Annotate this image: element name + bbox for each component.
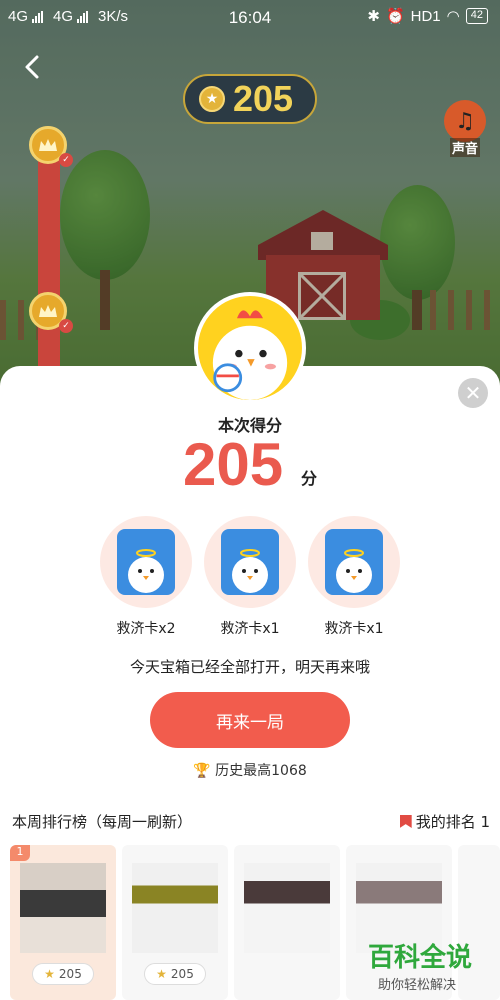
leaderboard-item[interactable]: ★ 205 (122, 845, 228, 1000)
rank-score: ★ 205 (144, 963, 206, 985)
score-value: 205 (183, 431, 284, 498)
coin-counter: ★ 205 (183, 74, 317, 124)
check-icon: ✓ (59, 153, 73, 167)
hd-label: HD1 (410, 7, 441, 25)
watermark-subtitle: 助你轻松解决 (378, 978, 457, 993)
bluetooth-icon: ✱ (367, 8, 380, 25)
close-icon: ✕ (464, 381, 482, 405)
reward-card: 救济卡x1 (204, 516, 296, 638)
reward-label: 救济卡x1 (324, 621, 384, 637)
reward-card: 救济卡x1 (308, 516, 400, 638)
wifi-icon: ◠ (446, 8, 460, 25)
close-button[interactable]: ✕ (458, 378, 488, 408)
rank-badge: 1 (10, 845, 30, 861)
reward-label: 救济卡x2 (116, 621, 176, 637)
player-avatar (244, 863, 330, 953)
leaderboard-item[interactable] (234, 845, 340, 1000)
coin-icon: ★ (199, 86, 225, 112)
leaderboard-item[interactable]: 1 ★ 205 (10, 845, 116, 1000)
level-progress-track (38, 135, 60, 375)
trophy-icon: 🏆 (193, 763, 211, 779)
music-note-icon: ♫ (444, 100, 486, 142)
leaderboard-header: 本周排行榜（每周一刷新） 我的排名 1 (12, 811, 490, 832)
history-best: 🏆 历史最高1068 (0, 760, 500, 780)
my-rank-text: 我的排名 1 (415, 813, 490, 831)
sound-button[interactable]: ♫ 声音 (444, 100, 490, 157)
rescue-card-icon (117, 529, 175, 595)
reward-label: 救济卡x1 (220, 621, 280, 637)
rank-score: ★ 205 (32, 963, 94, 985)
chevron-left-icon (25, 55, 39, 79)
coin-value: 205 (233, 78, 294, 119)
rescue-card-icon (221, 529, 279, 595)
bookmark-icon (399, 815, 412, 828)
chick-mascot-icon (199, 301, 301, 400)
my-rank-link[interactable]: 我的排名 1 (399, 811, 490, 832)
leaderboard-title: 本周排行榜（每周一刷新） (12, 813, 193, 831)
chest-notice: 今天宝箱已经全部打开，明天再来哦 (129, 658, 370, 676)
watermark-title: 百科全说 (368, 943, 473, 973)
status-bar: 4G 4G 3K/s 16:04 ✱ ⏰ HD1 ◠ 42 (0, 0, 500, 34)
player-avatar (132, 863, 218, 953)
star-icon: ★ (156, 967, 167, 981)
check-icon: ✓ (59, 319, 73, 333)
watermark-logo: 百科全说 助你轻松解决 (368, 937, 492, 995)
back-button[interactable] (18, 52, 48, 82)
player-avatar (20, 863, 106, 953)
reward-cards: 救济卡x2 救济卡x1 救济卡x1 (100, 516, 400, 646)
sound-label: 声音 (450, 138, 481, 157)
rescue-card-icon (325, 529, 383, 595)
alarm-icon: ⏰ (385, 8, 405, 25)
play-again-button[interactable]: 再来一局 (150, 692, 350, 748)
battery-icon: 42 (465, 8, 488, 24)
avatar (194, 292, 306, 404)
star-icon: ★ (44, 967, 55, 981)
reward-card: 救济卡x2 (100, 516, 192, 638)
score-unit: 分 (301, 469, 318, 488)
history-best-text: 历史最高1068 (215, 763, 307, 779)
